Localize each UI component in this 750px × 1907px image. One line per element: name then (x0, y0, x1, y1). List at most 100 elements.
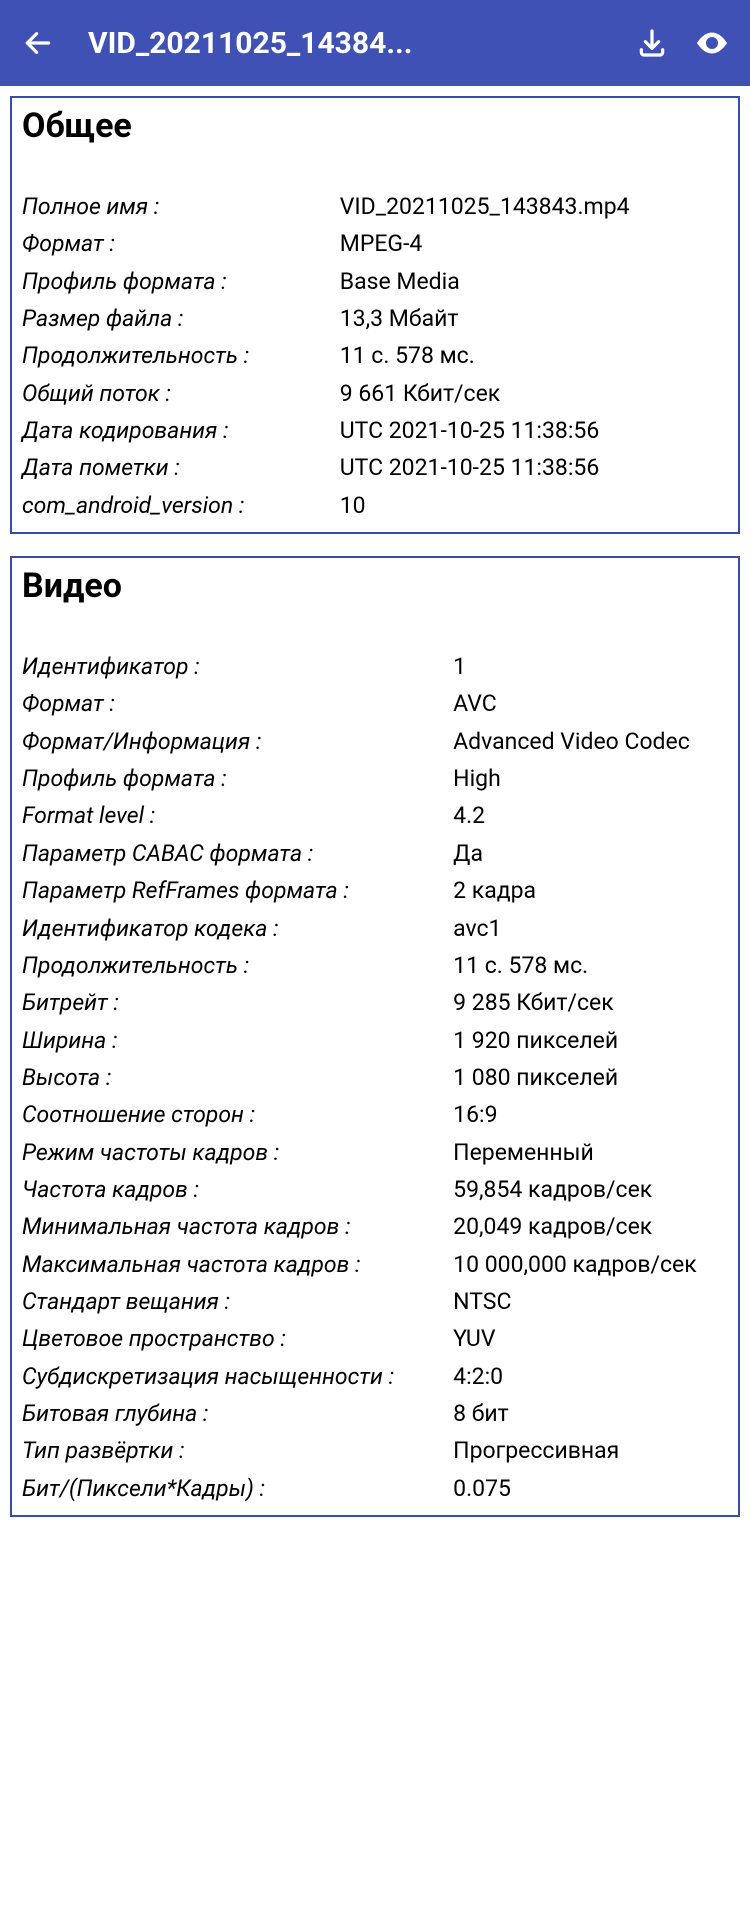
property-value: 4.2 (453, 797, 728, 834)
section-1: Видео Идентификатор :1Формат :AVCФормат/И… (10, 556, 740, 1517)
table-row: Профиль формата :High (22, 760, 728, 797)
table-row: Битрейт :9 285 Кбит/сек (22, 984, 728, 1021)
property-key: Стандарт вещания : (22, 1283, 453, 1320)
property-key: Высота : (22, 1059, 453, 1096)
property-key: Продолжительность : (22, 947, 453, 984)
table-row: Высота :1 080 пикселей (22, 1059, 728, 1096)
property-table: Идентификатор :1Формат :AVCФормат/Информ… (22, 648, 728, 1507)
table-row: Размер файла :13,3 Мбайт (22, 300, 728, 337)
property-key: Идентификатор кодека : (22, 910, 453, 947)
table-row: Соотношение сторон :16:9 (22, 1096, 728, 1133)
property-key: Профиль формата : (22, 263, 340, 300)
property-value: AVC (453, 685, 728, 722)
table-row: Стандарт вещания :NTSC (22, 1283, 728, 1320)
property-table: Полное имя :VID_20211025_143843.mp4Форма… (22, 188, 728, 524)
property-key: Тип развёртки : (22, 1432, 453, 1469)
table-row: Параметр RefFrames формата :2 кадра (22, 872, 728, 909)
property-value: High (453, 760, 728, 797)
table-row: Продолжительность :11 с. 578 мс. (22, 947, 728, 984)
property-value: 59,854 кадров/сек (453, 1171, 728, 1208)
property-value: NTSC (453, 1283, 728, 1320)
property-key: Формат/Информация : (22, 723, 453, 760)
property-key: Соотношение сторон : (22, 1096, 453, 1133)
property-value: 10 000,000 кадров/сек (453, 1246, 728, 1283)
property-key: Формат : (22, 225, 340, 262)
property-value: YUV (453, 1320, 728, 1357)
property-key: Субдискретизация насыщенности : (22, 1358, 453, 1395)
table-row: Цветовое пространство :YUV (22, 1320, 728, 1357)
property-value: 10 (340, 487, 728, 524)
property-key: Идентификатор : (22, 648, 453, 685)
table-row: Формат :MPEG-4 (22, 225, 728, 262)
property-key: Режим частоты кадров : (22, 1134, 453, 1171)
property-value: 11 с. 578 мс. (340, 337, 728, 374)
property-value: 11 с. 578 мс. (453, 947, 728, 984)
property-value: 9 661 Кбит/сек (340, 375, 728, 412)
table-row: Полное имя :VID_20211025_143843.mp4 (22, 188, 728, 225)
property-value: UTC 2021-10-25 11:38:56 (340, 412, 728, 449)
property-value: Переменный (453, 1134, 728, 1171)
table-row: Дата кодирования :UTC 2021-10-25 11:38:5… (22, 412, 728, 449)
table-row: Общий поток :9 661 Кбит/сек (22, 375, 728, 412)
table-row: Частота кадров :59,854 кадров/сек (22, 1171, 728, 1208)
property-value: 20,049 кадров/сек (453, 1208, 728, 1245)
property-value: 16:9 (453, 1096, 728, 1133)
property-value: 9 285 Кбит/сек (453, 984, 728, 1021)
property-value: 13,3 Мбайт (340, 300, 728, 337)
property-key: Параметр RefFrames формата : (22, 872, 453, 909)
table-row: Битовая глубина :8 бит (22, 1395, 728, 1432)
property-key: Полное имя : (22, 188, 340, 225)
eye-icon[interactable] (694, 25, 730, 61)
section-title: Видео (22, 566, 728, 606)
property-value: 1 920 пикселей (453, 1022, 728, 1059)
toolbar: VID_20211025_14384... (0, 0, 750, 86)
property-key: Минимальная частота кадров : (22, 1208, 453, 1245)
property-value: Прогрессивная (453, 1432, 728, 1469)
table-row: Максимальная частота кадров :10 000,000 … (22, 1246, 728, 1283)
download-icon[interactable] (634, 25, 670, 61)
property-key: com_android_version : (22, 487, 340, 524)
table-row: Параметр CABAC формата :Да (22, 835, 728, 872)
property-key: Максимальная частота кадров : (22, 1246, 453, 1283)
property-value: Base Media (340, 263, 728, 300)
table-row: Режим частоты кадров :Переменный (22, 1134, 728, 1171)
table-row: Минимальная частота кадров :20,049 кадро… (22, 1208, 728, 1245)
property-key: Бит/(Пиксели*Кадры) : (22, 1470, 453, 1507)
property-value: UTC 2021-10-25 11:38:56 (340, 449, 728, 486)
table-row: Продолжительность :11 с. 578 мс. (22, 337, 728, 374)
property-key: Продолжительность : (22, 337, 340, 374)
property-key: Размер файла : (22, 300, 340, 337)
back-icon[interactable] (20, 25, 56, 61)
property-value: Да (453, 835, 728, 872)
property-key: Битовая глубина : (22, 1395, 453, 1432)
table-row: Тип развёртки :Прогрессивная (22, 1432, 728, 1469)
table-row: Субдискретизация насыщенности :4:2:0 (22, 1358, 728, 1395)
section-0: Общее Полное имя :VID_20211025_143843.mp4… (10, 96, 740, 534)
property-key: Ширина : (22, 1022, 453, 1059)
content: Общее Полное имя :VID_20211025_143843.mp4… (0, 86, 750, 1549)
property-key: Дата пометки : (22, 449, 340, 486)
table-row: com_android_version :10 (22, 487, 728, 524)
page-title: VID_20211025_14384... (88, 26, 610, 61)
property-key: Цветовое пространство : (22, 1320, 453, 1357)
table-row: Профиль формата :Base Media (22, 263, 728, 300)
table-row: Идентификатор кодека :avc1 (22, 910, 728, 947)
section-title: Общее (22, 106, 728, 146)
property-value: 0.075 (453, 1470, 728, 1507)
property-value: 1 080 пикселей (453, 1059, 728, 1096)
table-row: Формат :AVC (22, 685, 728, 722)
table-row: Format level :4.2 (22, 797, 728, 834)
table-row: Бит/(Пиксели*Кадры) :0.075 (22, 1470, 728, 1507)
property-key: Format level : (22, 797, 453, 834)
property-key: Общий поток : (22, 375, 340, 412)
property-key: Дата кодирования : (22, 412, 340, 449)
property-key: Профиль формата : (22, 760, 453, 797)
property-value: avc1 (453, 910, 728, 947)
table-row: Формат/Информация :Advanced Video Codec (22, 723, 728, 760)
table-row: Идентификатор :1 (22, 648, 728, 685)
property-key: Параметр CABAC формата : (22, 835, 453, 872)
table-row: Дата пометки :UTC 2021-10-25 11:38:56 (22, 449, 728, 486)
property-value: 2 кадра (453, 872, 728, 909)
property-key: Частота кадров : (22, 1171, 453, 1208)
property-value: 8 бит (453, 1395, 728, 1432)
